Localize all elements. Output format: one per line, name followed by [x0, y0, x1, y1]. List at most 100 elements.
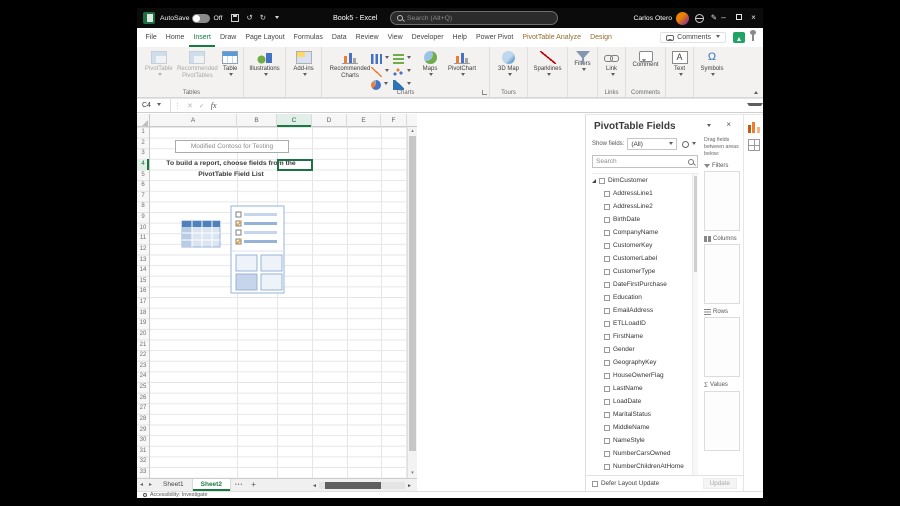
insert-line-chart-button[interactable] [369, 65, 391, 78]
show-fields-dropdown[interactable]: (All) [627, 138, 677, 150]
scroll-left-icon[interactable]: ◄ [310, 483, 319, 489]
field-item[interactable]: Gender [592, 343, 698, 356]
ribbon-tab[interactable]: Home [161, 28, 189, 47]
row-header[interactable]: 6 [137, 180, 149, 191]
field-item[interactable]: AddressLine1 [592, 187, 698, 200]
fields-search-input[interactable] [596, 158, 688, 165]
column-header[interactable]: E [347, 114, 381, 127]
ribbon-tab[interactable]: Design [586, 28, 617, 47]
checkbox-icon[interactable] [604, 307, 610, 314]
pane-close-icon[interactable]: × [726, 120, 731, 129]
ribbon-tab[interactable]: Formulas [289, 28, 327, 47]
checkbox-icon[interactable] [604, 333, 610, 340]
checkbox-icon[interactable] [604, 320, 610, 327]
scroll-right-icon[interactable]: ► [405, 483, 414, 489]
checkbox-icon[interactable] [604, 281, 610, 288]
quick-access-dropdown-icon[interactable] [275, 15, 280, 21]
comments-button[interactable]: Comments [660, 32, 726, 43]
undo-icon[interactable]: ↺ [246, 8, 252, 28]
column-header[interactable]: B [237, 114, 277, 127]
expand-formula-bar-icon[interactable] [747, 103, 763, 108]
ribbon-tab[interactable]: Help [448, 28, 471, 47]
checkbox-icon[interactable] [604, 372, 610, 379]
ribbon-tab[interactable]: File [141, 28, 161, 47]
ribbon-tab[interactable]: Data [327, 28, 351, 47]
rows-area[interactable] [704, 316, 740, 377]
row-header[interactable]: 14 [137, 265, 149, 276]
cells-grid[interactable] [150, 127, 407, 478]
maps-button[interactable]: Maps [416, 48, 444, 87]
row-header[interactable]: 21 [137, 340, 149, 351]
checkbox-icon[interactable] [604, 346, 610, 353]
checkbox-icon[interactable] [604, 242, 610, 249]
row-header[interactable]: 10 [137, 223, 149, 234]
horizontal-scrollbar-track[interactable] [318, 482, 406, 489]
row-header[interactable]: 12 [137, 244, 149, 255]
defer-checkbox-icon[interactable] [592, 480, 598, 487]
ribbon-tab[interactable]: Power Pivot [471, 28, 517, 47]
excel-logo-icon[interactable] [143, 12, 155, 24]
checkbox-icon[interactable] [604, 203, 610, 210]
scroll-down-icon[interactable]: ▾ [408, 469, 417, 478]
field-item[interactable]: NameStyle [592, 434, 698, 447]
row-header[interactable]: 22 [137, 350, 149, 361]
pane-options-icon[interactable] [707, 124, 711, 129]
pin-ribbon-icon[interactable] [750, 30, 756, 41]
values-area[interactable] [704, 390, 740, 451]
row-header[interactable]: 19 [137, 318, 149, 329]
row-header[interactable]: 13 [137, 255, 149, 266]
row-header[interactable]: 31 [137, 446, 149, 457]
horizontal-scrollbar-thumb[interactable] [324, 482, 381, 489]
row-header[interactable]: 15 [137, 276, 149, 287]
vertical-scrollbar-thumb[interactable] [409, 136, 416, 451]
field-list-scrollbar[interactable] [692, 174, 698, 476]
ribbon-tab[interactable]: PivotTable Analyze [518, 28, 586, 47]
row-header[interactable]: 9 [137, 212, 149, 223]
ribbon-tab[interactable]: Review [351, 28, 383, 47]
field-item[interactable]: LastName [592, 382, 698, 395]
vertical-scrollbar[interactable]: ▴ ▾ [407, 127, 417, 478]
checkbox-icon[interactable] [599, 177, 605, 184]
filters-area[interactable] [704, 170, 740, 231]
account-button[interactable]: Carlos Otero [633, 8, 689, 28]
ribbon-tab[interactable]: Page Layout [241, 28, 289, 47]
sheet-tab-overflow[interactable]: ••• [231, 479, 247, 491]
collapse-ribbon-icon[interactable] [754, 91, 758, 94]
checkbox-icon[interactable] [604, 463, 610, 470]
field-item[interactable]: DateFirstPurchase [592, 278, 698, 291]
grid-pane-icon[interactable] [747, 139, 760, 151]
save-icon[interactable] [231, 14, 240, 22]
new-sheet-button[interactable]: + [247, 479, 260, 491]
insert-column-chart-button[interactable] [369, 52, 391, 65]
search-input[interactable] [407, 14, 551, 22]
field-item[interactable]: CompanyName [592, 226, 698, 239]
row-header[interactable]: 17 [137, 297, 149, 308]
ribbon-tab[interactable]: Developer [407, 28, 448, 47]
checkbox-icon[interactable] [604, 424, 610, 431]
checkbox-icon[interactable] [604, 268, 610, 275]
recommended-pivottables-button[interactable]: Recommended PivotTables [177, 48, 218, 87]
field-item[interactable]: ETLLoadID [592, 317, 698, 330]
pivottable-button[interactable]: PivotTable [141, 48, 176, 87]
field-item[interactable]: MiddleName [592, 421, 698, 434]
field-group-row[interactable]: DimCustomer [592, 174, 698, 187]
network-icon[interactable] [694, 13, 704, 23]
sheet-tab[interactable]: Sheet2 [192, 479, 231, 491]
checkbox-icon[interactable] [604, 437, 610, 444]
columns-area[interactable] [704, 243, 740, 304]
charts-dialog-launcher-icon[interactable] [482, 90, 487, 95]
column-header[interactable]: A [150, 114, 237, 127]
ribbon-tab[interactable]: View [383, 28, 407, 47]
field-item[interactable]: FirstName [592, 330, 698, 343]
field-item[interactable]: Education [592, 291, 698, 304]
update-button[interactable]: Update [702, 478, 737, 489]
row-header[interactable]: 20 [137, 329, 149, 340]
worksheet-textbox[interactable]: Modified Contoso for Testing [175, 140, 289, 153]
column-header[interactable]: C [277, 114, 312, 127]
recommended-charts-button[interactable]: Recommended Charts [330, 48, 370, 87]
field-item[interactable]: LoadDate [592, 395, 698, 408]
text-button[interactable]: A Text [667, 48, 692, 87]
checkbox-icon[interactable] [604, 190, 610, 197]
fields-pane-icon[interactable] [747, 121, 760, 133]
row-header[interactable]: 33 [137, 467, 149, 478]
